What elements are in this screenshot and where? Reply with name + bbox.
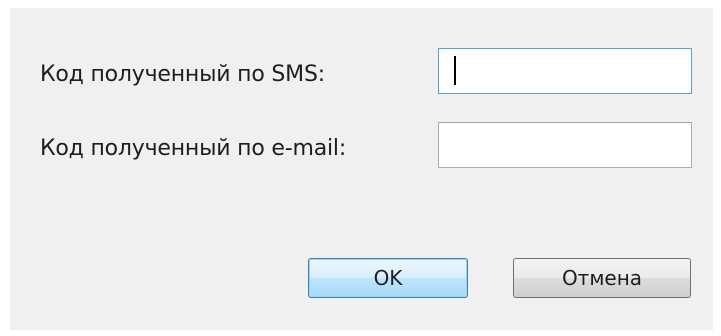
email-code-input[interactable] xyxy=(438,122,692,168)
text-caret xyxy=(454,56,456,85)
email-code-label: Код полученный по e-mail: xyxy=(40,136,347,161)
sms-code-label: Код полученный по SMS: xyxy=(40,62,325,87)
sms-code-input[interactable] xyxy=(438,48,692,94)
code-confirmation-dialog: Код полученный по SMS: Код полученный по… xyxy=(10,8,713,330)
cancel-button[interactable]: Отмена xyxy=(513,258,691,298)
ok-button[interactable]: OK xyxy=(308,258,468,298)
